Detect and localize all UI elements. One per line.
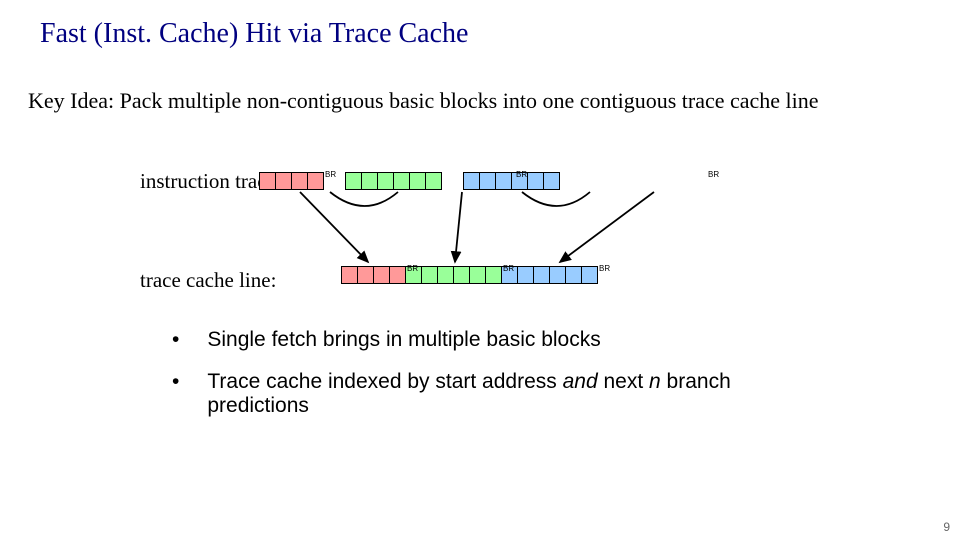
trace-cache-line-label: trace cache line: — [140, 268, 276, 293]
trace-cache-line-row — [342, 266, 598, 284]
bullet-text-2: Trace cache indexed by start address and… — [207, 370, 812, 418]
br-label-icon: BR — [503, 265, 514, 273]
page-title: Fast (Inst. Cache) Hit via Trace Cache — [40, 18, 468, 50]
instruction-trace-row — [260, 172, 560, 190]
list-item: • Single fetch brings in multiple basic … — [172, 328, 812, 352]
bullet-list: • Single fetch brings in multiple basic … — [172, 328, 812, 436]
br-label-icon: BR — [407, 265, 418, 273]
bullet-icon: • — [172, 370, 179, 418]
page-number: 9 — [943, 520, 950, 534]
br-label-icon: BR — [325, 171, 336, 179]
br-label-icon: BR — [599, 265, 610, 273]
br-label-icon: BR — [708, 171, 719, 179]
list-item: • Trace cache indexed by start address a… — [172, 370, 812, 418]
bullet-icon: • — [172, 328, 179, 352]
key-idea-text: Key Idea: Pack multiple non-contiguous b… — [28, 86, 868, 116]
bullet-text-1: Single fetch brings in multiple basic bl… — [207, 328, 600, 352]
br-label-icon: BR — [516, 171, 527, 179]
